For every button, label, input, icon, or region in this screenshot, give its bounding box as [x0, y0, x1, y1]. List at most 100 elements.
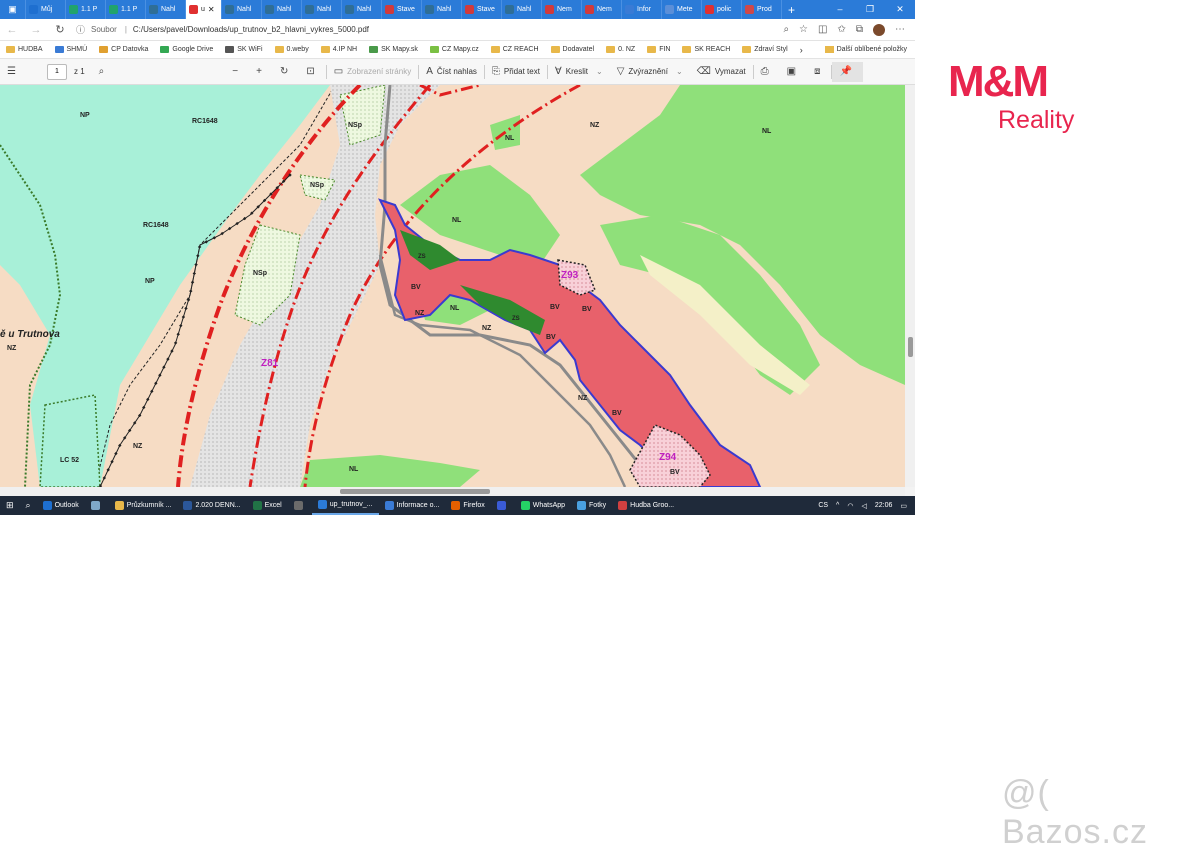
zoom-in-icon[interactable]: + — [249, 66, 273, 77]
bookmark-link[interactable]: CP Datovka — [93, 46, 154, 53]
save-as-icon[interactable]: ⧈ — [807, 66, 831, 77]
app-icon — [317, 500, 327, 509]
close-window-button[interactable]: ✕ — [885, 4, 915, 15]
draw-button[interactable]: ∀ Kreslit ⌄ — [548, 66, 610, 77]
taskbar-app[interactable]: 2.020 DENN... — [177, 496, 246, 515]
bookmark-folder[interactable]: Zdraví Styl — [736, 46, 793, 53]
browser-tab[interactable]: Nahl — [146, 0, 186, 19]
volume-icon[interactable]: ◁ — [861, 502, 866, 510]
favorites-icon[interactable]: ✩ — [837, 24, 845, 35]
save-icon[interactable]: ▣ — [780, 66, 807, 77]
print-icon[interactable]: ⎙ — [754, 66, 780, 77]
add-text-button[interactable]: ⎘ Přidat text — [485, 66, 547, 77]
browser-tab[interactable]: 1.1 P — [66, 0, 106, 19]
read-aloud-button[interactable]: A Číst nahlas — [419, 66, 484, 77]
browser-tab[interactable]: Stave — [462, 0, 502, 19]
logo-mm-text: M&M — [948, 57, 1049, 106]
favorite-star-icon[interactable]: ☆ — [799, 24, 808, 35]
bookmark-folder[interactable]: HUDBA — [0, 46, 49, 53]
collections-icon[interactable]: ⧉ — [856, 24, 863, 35]
rotate-icon[interactable]: ↻ — [273, 66, 299, 77]
reload-button[interactable]: ↻ — [48, 23, 72, 36]
pin-icon[interactable]: 📌 — [832, 61, 863, 82]
contents-icon[interactable]: ☰ — [0, 66, 27, 77]
fit-page-icon[interactable]: ⊡ — [299, 66, 325, 77]
bookmark-link[interactable]: Google Drive — [154, 46, 219, 53]
taskbar-app[interactable]: Outlook — [37, 496, 85, 515]
bookmark-folder[interactable]: 0. NZ — [600, 46, 641, 53]
folder-icon — [647, 46, 657, 53]
browser-tab[interactable]: Stave — [382, 0, 422, 19]
bookmark-link[interactable]: SK Mapy.sk — [363, 46, 424, 53]
page-view-button[interactable]: ▭ Zobrazení stránky — [327, 66, 418, 77]
browser-tab[interactable]: Nahl — [422, 0, 462, 19]
bookmark-link[interactable]: SHMÚ — [49, 46, 94, 53]
bookmark-folder[interactable]: 4.IP NH — [315, 46, 363, 53]
bookmark-folder[interactable]: Dodavatel — [545, 46, 601, 53]
browser-tab[interactable]: polic — [702, 0, 742, 19]
more-menu-icon[interactable]: ⋯ — [895, 24, 905, 35]
search-icon[interactable]: ⌕ — [20, 496, 37, 515]
zoom-out-icon[interactable]: − — [225, 66, 249, 77]
browser-tab[interactable]: Infor — [622, 0, 662, 19]
split-screen-icon[interactable]: ◫ — [818, 24, 827, 35]
close-tab-icon[interactable]: ✕ — [208, 5, 215, 14]
bookmark-folder[interactable]: FIN — [641, 46, 676, 53]
browser-tab[interactable]: Nem — [542, 0, 582, 19]
minimize-button[interactable]: – — [825, 4, 855, 15]
start-button[interactable]: ⊞ — [0, 496, 20, 515]
wifi-icon[interactable]: ◠ — [847, 502, 853, 510]
browser-tab[interactable]: Nahl — [342, 0, 382, 19]
address-bar[interactable]: ⓘ Soubor | C:/Users/pavel/Downloads/up_t… — [72, 21, 712, 39]
bookmarks-overflow-chevron-icon[interactable]: › — [794, 45, 809, 55]
land-use-map[interactable]: NP RC1648 RC1648 NP NSp NSp NSp NL NL NL… — [0, 85, 905, 487]
search-icon[interactable]: ⌕ — [92, 66, 116, 77]
scrollbar-thumb[interactable] — [908, 337, 913, 357]
taskbar-app[interactable] — [85, 496, 109, 515]
scrollbar-thumb[interactable] — [340, 489, 490, 494]
other-favorites[interactable]: Další oblíbené položky — [824, 46, 915, 53]
browser-tab[interactable]: Nahl — [302, 0, 342, 19]
taskbar-app[interactable]: WhatsApp — [515, 496, 571, 515]
new-tab-button[interactable]: + — [782, 3, 801, 17]
horizontal-scrollbar[interactable] — [0, 487, 905, 496]
language-indicator[interactable]: CS — [818, 502, 828, 509]
taskbar-app[interactable]: up_trutnov_... — [311, 496, 379, 515]
highlight-button[interactable]: ▽ Zvýraznění ⌄ — [610, 66, 690, 77]
taskbar-app[interactable]: Firefox — [445, 496, 490, 515]
taskbar-app[interactable] — [491, 496, 515, 515]
browser-tab[interactable]: Nahl — [262, 0, 302, 19]
bookmark-folder[interactable]: 0.weby — [269, 46, 315, 53]
notifications-icon[interactable]: ▭ — [900, 502, 907, 510]
taskbar-app[interactable]: Hudba Groo... — [612, 496, 680, 515]
forward-button[interactable]: → — [24, 24, 48, 36]
system-tray: CS ^ ◠ ◁ 22:06 ▭ — [818, 502, 915, 510]
workspaces-button[interactable]: ▣ — [0, 0, 26, 19]
chevron-up-icon[interactable]: ^ — [836, 502, 839, 509]
taskbar-app[interactable]: Informace o... — [379, 496, 446, 515]
vertical-scrollbar[interactable] — [905, 85, 915, 487]
tab-active[interactable]: u ✕ — [186, 0, 222, 19]
maximize-button[interactable]: ❐ — [855, 4, 885, 15]
bookmark-folder[interactable]: CZ REACH — [485, 46, 545, 53]
taskbar-app[interactable]: Excel — [247, 496, 288, 515]
browser-tab[interactable]: Můj — [26, 0, 66, 19]
browser-tab[interactable]: Mete — [662, 0, 702, 19]
browser-tab[interactable]: Nem — [582, 0, 622, 19]
browser-tab[interactable]: Nahl — [502, 0, 542, 19]
erase-button[interactable]: ⌫ Vymazat — [690, 66, 753, 77]
browser-tab[interactable]: Prod — [742, 0, 782, 19]
clock[interactable]: 22:06 — [875, 502, 893, 509]
taskbar-app[interactable]: Fotky — [571, 496, 612, 515]
bookmark-folder[interactable]: SK REACH — [676, 46, 736, 53]
bookmark-link[interactable]: CZ Mapy.cz — [424, 46, 485, 53]
zoom-icon[interactable]: ⌕ — [783, 24, 789, 35]
back-button[interactable]: ← — [0, 24, 24, 36]
bookmark-link[interactable]: SK WiFi — [219, 46, 268, 53]
taskbar-app[interactable]: Průzkumník ... — [109, 496, 178, 515]
profile-avatar[interactable] — [873, 23, 885, 36]
page-number-input[interactable] — [46, 63, 67, 80]
browser-tab[interactable]: 1.1 P — [106, 0, 146, 19]
browser-tab[interactable]: Nahl — [222, 0, 262, 19]
taskbar-app[interactable] — [288, 496, 312, 515]
